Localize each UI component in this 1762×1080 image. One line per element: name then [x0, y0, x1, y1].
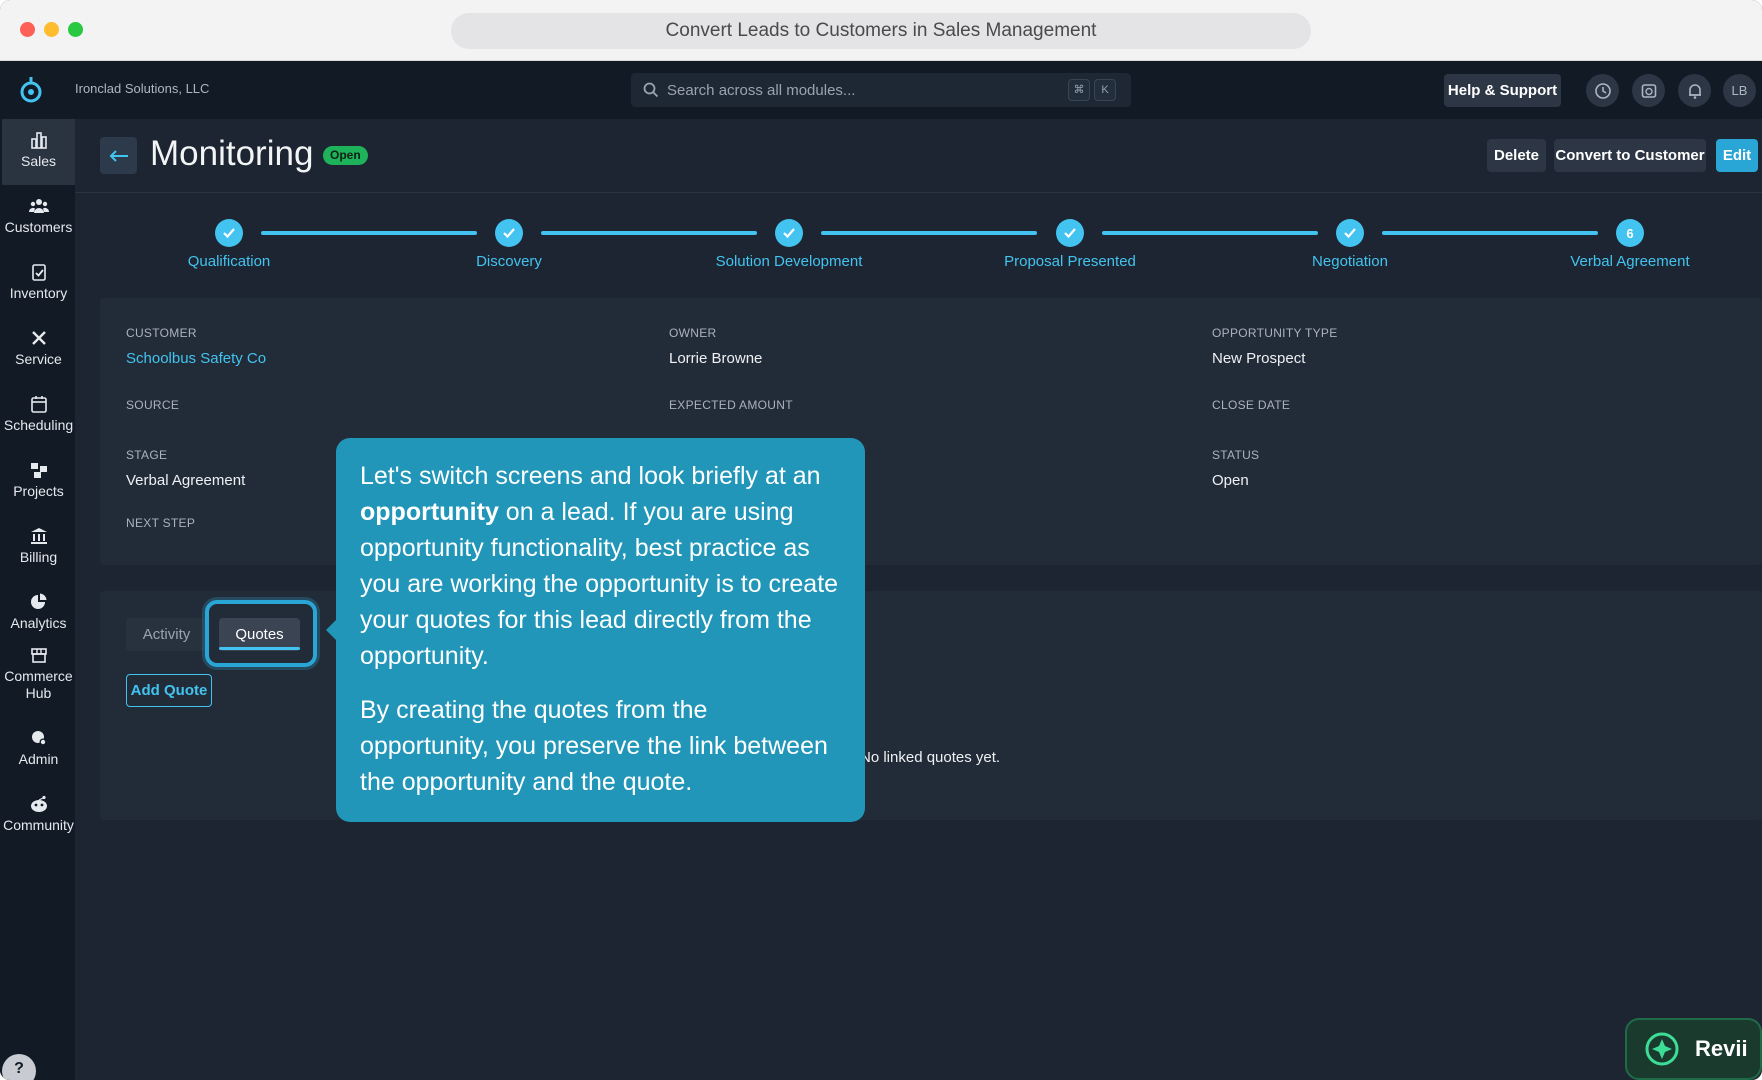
bell-icon [1688, 83, 1701, 99]
help-circle-button[interactable]: ? [2, 1054, 36, 1080]
app-window: Convert Leads to Customers in Sales Mana… [0, 0, 1762, 1080]
owner-label: OWNER [669, 326, 717, 340]
stage-label: STAGE [126, 448, 168, 462]
walkthrough-tooltip: Let's switch screens and look briefly at… [326, 438, 865, 822]
step-6-marker[interactable]: 6 [1616, 219, 1644, 247]
sidebar-item-admin[interactable]: Admin [2, 717, 75, 783]
pie-chart-icon [30, 593, 46, 609]
close-window-button[interactable] [20, 22, 35, 37]
source-label: SOURCE [126, 398, 180, 412]
sidebar: Sales Customers Inventory Service Schedu… [0, 119, 75, 1080]
sidebar-item-community[interactable]: Community [2, 783, 75, 849]
check-icon [783, 228, 795, 239]
status-badge: Open [323, 146, 368, 165]
step-4-label: Proposal Presented [1004, 253, 1136, 270]
bar-chart-icon [30, 132, 47, 149]
sparkle-icon [1645, 1032, 1679, 1066]
notifications-button[interactable] [1678, 74, 1711, 107]
shortcut-cmd-key: ⌘ [1068, 79, 1090, 101]
step-2-label: Discovery [476, 253, 542, 270]
sidebar-item-customers[interactable]: Customers [2, 185, 75, 251]
clipboard-check-icon [31, 264, 46, 281]
company-name: Ironclad Solutions, LLC [75, 81, 210, 96]
stopwatch-icon [1641, 83, 1656, 98]
step-3-label: Solution Development [715, 253, 863, 270]
check-icon [223, 228, 235, 239]
bank-icon [30, 528, 47, 544]
step-1-label: Qualification [187, 253, 271, 270]
tab-quotes[interactable]: Quotes [219, 618, 300, 651]
url-bar[interactable]: Convert Leads to Customers in Sales Mana… [451, 13, 1311, 49]
sidebar-item-sales[interactable]: Sales [2, 119, 75, 185]
check-icon [1344, 228, 1356, 239]
zoom-window-button[interactable] [68, 22, 83, 37]
customer-label: CUSTOMER [126, 326, 197, 340]
shortcut-k-key: K [1094, 79, 1116, 101]
sidebar-item-scheduling[interactable]: Scheduling [2, 383, 75, 449]
revii-label: Revii [1695, 1036, 1748, 1061]
sidebar-item-billing[interactable]: Billing [2, 515, 75, 581]
global-search[interactable]: Search across all modules... ⌘ K [631, 73, 1131, 107]
step-5-marker[interactable] [1336, 219, 1364, 247]
step-4-marker[interactable] [1056, 219, 1084, 247]
status-label: STATUS [1212, 448, 1260, 462]
step-1-marker[interactable] [215, 219, 243, 247]
step-6-label: Verbal Agreement [1570, 253, 1690, 270]
customer-link[interactable]: Schoolbus Safety Co [126, 350, 266, 367]
history-icon [1594, 82, 1611, 99]
stage-value: Verbal Agreement [126, 472, 246, 489]
search-input[interactable]: Search across all modules... [667, 82, 855, 99]
owner-value: Lorrie Browne [669, 350, 763, 367]
close-date-label: CLOSE DATE [1212, 398, 1291, 412]
check-icon [1064, 228, 1076, 239]
status-value: Open [1212, 472, 1249, 489]
expected-amount-label: EXPECTED AMOUNT [669, 398, 793, 412]
step-3-marker[interactable] [775, 219, 803, 247]
wrench-icon [31, 331, 46, 345]
step-2-marker[interactable] [495, 219, 523, 247]
minimize-window-button[interactable] [44, 22, 59, 37]
store-icon [30, 648, 47, 663]
admin-icon [31, 731, 46, 746]
timer-button[interactable] [1632, 74, 1665, 107]
tooltip-paragraph-2: By creating the quotes from the opportun… [360, 696, 828, 796]
step-connector [1382, 231, 1598, 235]
step-connector [821, 231, 1037, 235]
calendar-icon [30, 396, 47, 413]
convert-to-customer-button[interactable]: Convert to Customer [1554, 139, 1706, 172]
check-icon [503, 228, 515, 239]
opportunity-type-label: OPPORTUNITY TYPE [1212, 326, 1338, 340]
opportunity-type-value: New Prospect [1212, 350, 1306, 367]
search-icon [643, 82, 659, 98]
header-divider [75, 192, 1762, 193]
step-connector [1102, 231, 1318, 235]
sidebar-item-projects[interactable]: Projects [2, 449, 75, 515]
back-button[interactable] [100, 137, 137, 174]
page-title: Monitoring [150, 134, 314, 173]
empty-quotes-message: No linked quotes yet. [860, 749, 1001, 766]
next-step-label: NEXT STEP [126, 516, 196, 530]
sidebar-item-service[interactable]: Service [2, 317, 75, 383]
top-bar: Ironclad Solutions, LLC Search across al… [0, 61, 1762, 119]
user-avatar[interactable]: LB [1723, 74, 1756, 107]
tab-activity[interactable]: Activity [126, 618, 207, 651]
step-connector [261, 231, 477, 235]
edit-button[interactable]: Edit [1716, 139, 1758, 172]
sidebar-item-inventory[interactable]: Inventory [2, 251, 75, 317]
app-logo-icon[interactable] [18, 75, 44, 105]
step-5-label: Negotiation [1312, 253, 1388, 270]
sidebar-item-commerce-hub[interactable]: Commerce Hub [2, 638, 75, 716]
community-icon [30, 795, 47, 812]
revii-assistant-button[interactable]: Revii [1625, 1018, 1762, 1080]
add-quote-button[interactable]: Add Quote [126, 674, 212, 707]
tooltip-paragraph-1: Let's switch screens and look briefly at… [360, 462, 839, 670]
projects-icon [30, 463, 47, 478]
step-connector [541, 231, 757, 235]
history-button[interactable] [1586, 74, 1619, 107]
users-icon [28, 199, 49, 213]
title-bar: Convert Leads to Customers in Sales Mana… [0, 0, 1762, 61]
help-support-button[interactable]: Help & Support [1444, 74, 1561, 107]
arrow-left-icon [109, 149, 128, 162]
delete-button[interactable]: Delete [1487, 139, 1546, 172]
